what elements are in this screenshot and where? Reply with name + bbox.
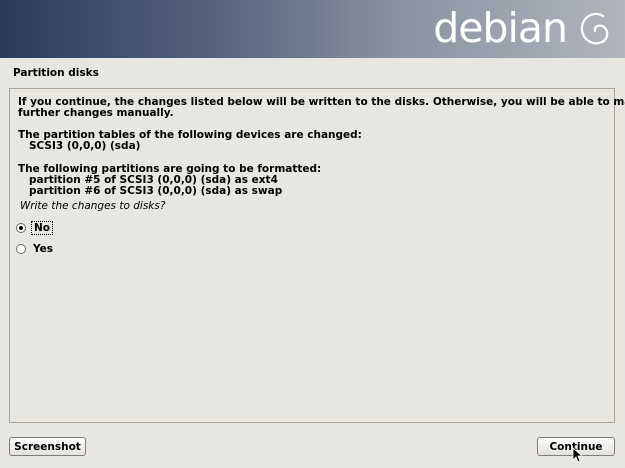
option-no-label: No [31,221,54,235]
format-item: partition #6 of SCSI3 (0,0,0) (sda) as s… [18,185,283,197]
radio-yes[interactable] [16,244,26,254]
radio-no[interactable] [16,223,26,233]
option-yes-label: Yes [33,243,54,255]
option-no[interactable]: No [16,221,54,235]
content-panel: If you continue, the changes listed belo… [9,88,625,423]
debian-wordmark: debian [433,4,568,52]
page-title: Partition disks [13,67,99,79]
debian-swirl-icon [580,12,609,45]
screenshot-button[interactable]: Screenshot [9,437,86,456]
write-changes-question: Write the changes to disks? [20,200,166,212]
intro-text-line-2: further changes manually. [18,107,174,119]
mouse-cursor-icon [572,447,582,463]
option-yes[interactable]: Yes [16,243,55,255]
partition-tables-device: SCSI3 (0,0,0) (sda) [18,140,141,152]
debian-banner: debian [0,0,625,58]
